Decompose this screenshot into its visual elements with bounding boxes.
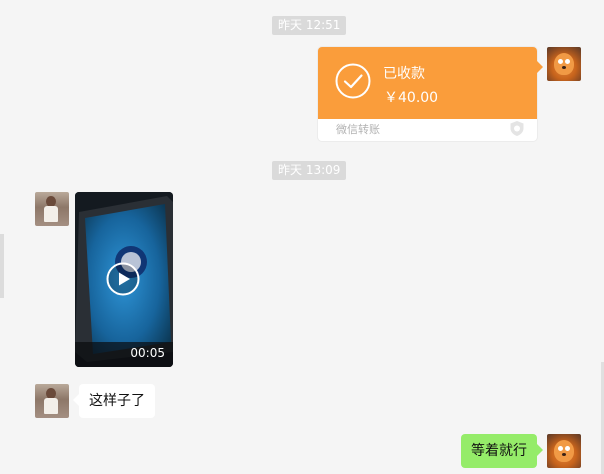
- check-circle-icon: [335, 63, 371, 99]
- avatar[interactable]: [547, 47, 581, 81]
- transfer-message[interactable]: 已收款 ￥40.00 微信转账: [318, 47, 543, 141]
- chat-pane: 昨天 12:51 已收款 ￥40.00 微信转账 昨天 13:09 00:05 …: [0, 0, 604, 474]
- transfer-amount: ￥40.00: [384, 90, 439, 106]
- play-icon[interactable]: [106, 262, 140, 296]
- avatar[interactable]: [35, 384, 69, 418]
- left-panel-edge: [0, 234, 4, 298]
- video-duration: 00:05: [130, 346, 165, 360]
- transfer-card-header: 已收款 ￥40.00: [318, 47, 543, 119]
- timestamp: 昨天 13:09: [272, 161, 347, 180]
- avatar[interactable]: [547, 434, 581, 468]
- outgoing-message[interactable]: 等着就行: [461, 434, 543, 468]
- avatar[interactable]: [35, 192, 69, 226]
- transfer-footer-label: 微信转账: [336, 123, 380, 136]
- transfer-status: 已收款: [383, 66, 425, 82]
- shield-icon: [510, 121, 524, 136]
- video-message[interactable]: 00:05: [75, 192, 173, 367]
- incoming-message[interactable]: 这样子了: [73, 384, 155, 418]
- timestamp: 昨天 12:51: [272, 16, 347, 35]
